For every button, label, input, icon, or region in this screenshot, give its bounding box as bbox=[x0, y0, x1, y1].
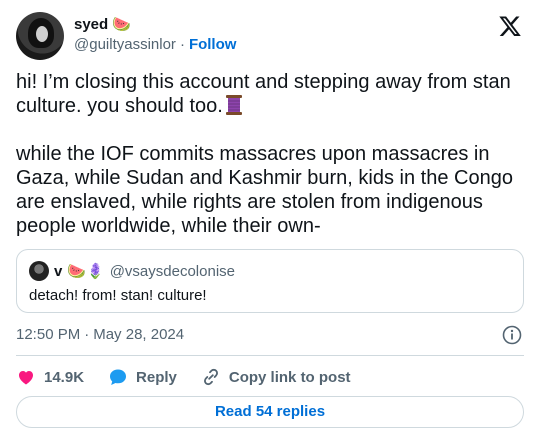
post-header: syed 🍉 @guiltyassinlor · Follow bbox=[16, 12, 524, 62]
avatar-face bbox=[36, 26, 48, 42]
post-text: hi! I’m closing this account and steppin… bbox=[16, 70, 524, 238]
quoted-post-header: v 🍉🪻 @vsaysdecolonise bbox=[29, 261, 235, 281]
handle-separator: · bbox=[179, 36, 185, 53]
author-name[interactable]: syed bbox=[74, 16, 108, 33]
read-replies-button[interactable]: Read 54 replies bbox=[16, 396, 524, 428]
info-icon[interactable] bbox=[502, 325, 522, 345]
copy-link-button[interactable]: Copy link to post bbox=[201, 367, 351, 387]
post-text-paragraph-1: hi! I’m closing this account and steppin… bbox=[16, 71, 517, 117]
action-bar: 14.9K Reply Copy link to post bbox=[16, 365, 375, 389]
quoted-author-handle: @vsaysdecolonise bbox=[109, 262, 235, 280]
heart-icon bbox=[19, 371, 33, 385]
quoted-post[interactable]: v 🍉🪻 @vsaysdecolonise detach! from! stan… bbox=[16, 249, 524, 313]
author-handle-line: @guiltyassinlor · Follow bbox=[74, 36, 236, 53]
thread-spool-icon bbox=[225, 95, 242, 115]
follow-button[interactable]: Follow bbox=[189, 36, 237, 53]
x-logo-icon[interactable] bbox=[498, 14, 522, 38]
quoted-author-name: v bbox=[54, 262, 63, 280]
author-handle[interactable]: @guiltyassinlor bbox=[74, 36, 176, 53]
reply-bubble-icon bbox=[110, 369, 127, 385]
copy-link-label: Copy link to post bbox=[228, 368, 351, 386]
like-count: 14.9K bbox=[44, 368, 85, 386]
divider bbox=[16, 355, 524, 356]
quoted-author-avatar bbox=[29, 261, 49, 281]
like-button[interactable]: 14.9K bbox=[16, 367, 84, 387]
quoted-author-emojis: 🍉🪻 bbox=[67, 263, 105, 280]
post-date[interactable]: May 28, 2024 bbox=[93, 326, 184, 343]
reply-label: Reply bbox=[136, 368, 177, 386]
reply-button[interactable]: Reply bbox=[108, 367, 177, 387]
embedded-post: syed 🍉 @guiltyassinlor · Follow hi! I’m … bbox=[0, 0, 540, 443]
meta-separator: · bbox=[84, 326, 90, 343]
author-name-line[interactable]: syed 🍉 bbox=[74, 15, 131, 34]
link-icon bbox=[203, 368, 218, 386]
post-text-paragraph-2: while the IOF commits massacres upon mas… bbox=[16, 143, 519, 237]
post-time[interactable]: 12:50 PM bbox=[16, 326, 80, 343]
author-avatar[interactable] bbox=[16, 12, 64, 60]
author-name-emoji: 🍉 bbox=[112, 16, 131, 33]
quoted-post-text: detach! from! stan! culture! bbox=[29, 287, 207, 304]
post-meta[interactable]: 12:50 PM · May 28, 2024 bbox=[16, 326, 184, 343]
